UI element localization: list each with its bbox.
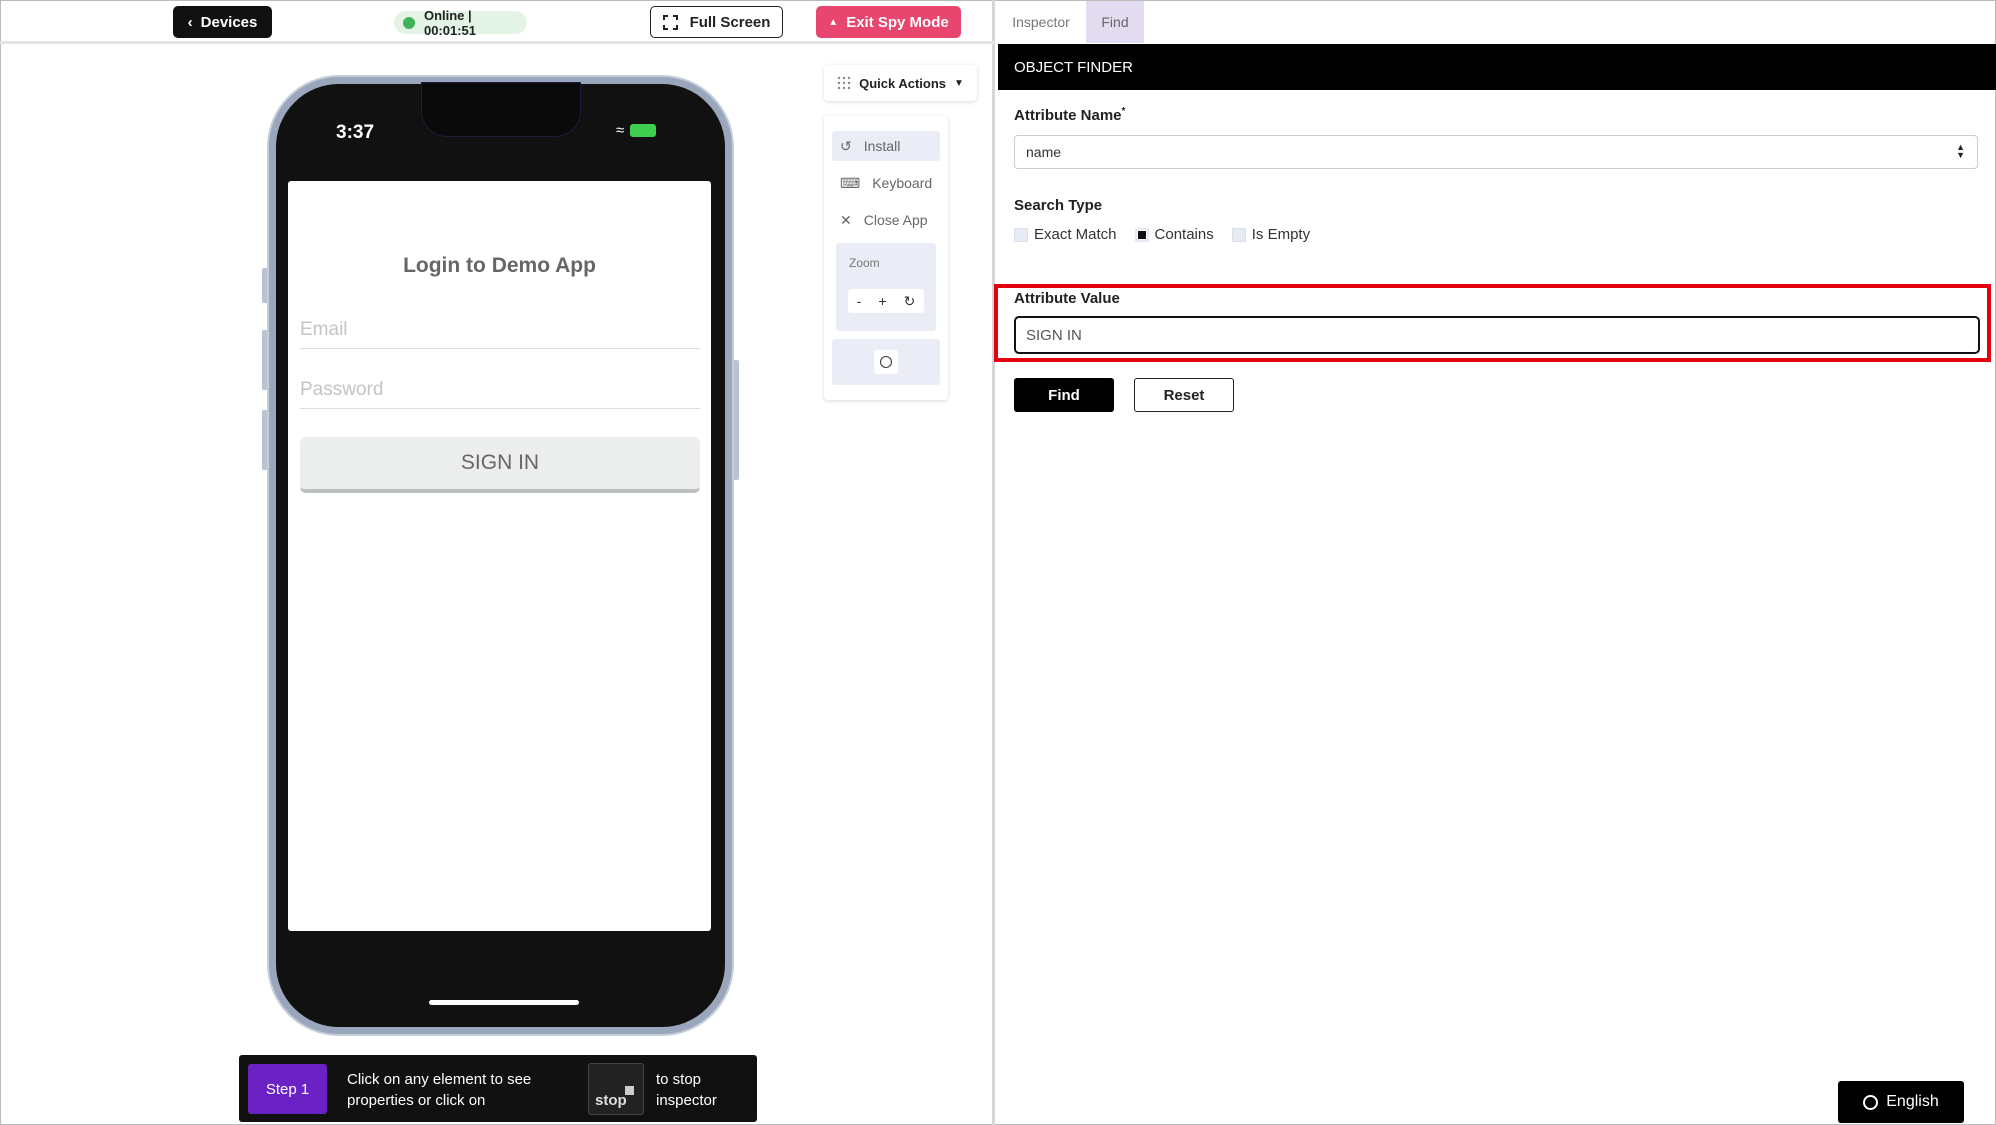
search-type-option-label: Exact Match xyxy=(1034,226,1117,243)
devices-button[interactable]: ‹ Devices xyxy=(173,6,272,38)
top-toolbar: ‹ Devices Online | 00:01:51 Full Screen … xyxy=(0,0,995,44)
find-button[interactable]: Find xyxy=(1014,378,1114,412)
step-instruction-text: Click on any element to see properties o… xyxy=(347,1071,532,1109)
quick-actions-panel: ↺ Install ⌨ Keyboard ✕ Close App Zoom - … xyxy=(824,116,948,400)
search-type-option-label: Is Empty xyxy=(1251,226,1311,243)
zoom-out-button[interactable]: - xyxy=(857,293,862,309)
devices-button-label: Devices xyxy=(200,13,258,31)
expand-icon xyxy=(662,14,678,30)
checkbox-unchecked-icon[interactable] xyxy=(1014,227,1028,242)
status-badge: Online | 00:01:51 xyxy=(394,8,527,38)
phone-side-button xyxy=(733,360,739,480)
app-signin-button[interactable]: SIGN IN xyxy=(300,437,700,493)
tab-inspector[interactable]: Inspector xyxy=(1002,1,1080,43)
quick-action-label: Install xyxy=(863,138,901,154)
home-button-control xyxy=(832,339,940,385)
grid-dots-icon xyxy=(837,76,851,90)
app-screen[interactable]: Login to Demo App Email Password SIGN IN xyxy=(288,181,711,931)
device-clock: 3:37 xyxy=(336,122,375,143)
quick-action-label: Close App xyxy=(863,212,928,228)
zoom-label: Zoom xyxy=(849,256,880,270)
attribute-name-value: name xyxy=(1026,144,1062,160)
exit-spy-mode-label: Exit Spy Mode xyxy=(846,13,949,31)
circle-icon xyxy=(880,356,892,368)
step-instructions-bar: Step 1 Click on any element to see prope… xyxy=(239,1055,757,1122)
search-type-options: Exact Match Contains Is Empty xyxy=(1014,226,1310,243)
quick-action-install[interactable]: ↺ Install xyxy=(832,131,940,161)
home-button[interactable] xyxy=(874,350,898,374)
step-instruction-text-2: to stop inspector xyxy=(656,1071,717,1109)
online-dot-icon xyxy=(403,16,415,29)
search-type-label: Search Type xyxy=(1014,197,1103,214)
fullscreen-button[interactable]: Full Screen xyxy=(650,6,783,38)
search-type-option-label: Contains xyxy=(1154,226,1214,243)
search-type-is-empty[interactable]: Is Empty xyxy=(1231,226,1311,243)
attribute-name-label-text: Attribute Name xyxy=(1014,107,1122,124)
app-login-title[interactable]: Login to Demo App xyxy=(288,254,711,278)
wifi-icon: ≈ xyxy=(616,122,625,139)
exit-spy-mode-button[interactable]: ▲ Exit Spy Mode xyxy=(816,6,961,38)
zoom-in-button[interactable]: + xyxy=(878,293,886,309)
required-marker: * xyxy=(1121,106,1126,117)
eject-icon: ▲ xyxy=(828,16,839,28)
quick-actions-label: Quick Actions xyxy=(859,75,947,91)
select-arrows-icon: ▲ ▼ xyxy=(1956,142,1965,160)
panel-tabs: Inspector Find xyxy=(998,0,1996,43)
quick-actions-button[interactable]: Quick Actions ▼ xyxy=(824,65,977,101)
refresh-icon[interactable]: ↻ xyxy=(904,293,916,310)
search-type-contains[interactable]: Contains xyxy=(1134,226,1214,243)
app-password-field[interactable]: Password xyxy=(300,369,700,409)
battery-icon xyxy=(630,124,657,137)
phone-side-button xyxy=(262,410,268,470)
phone-side-button xyxy=(262,268,268,303)
device-pane: ‹ Devices Online | 00:01:51 Full Screen … xyxy=(0,0,995,1125)
inspector-pane: Inspector Find OBJECT FINDER Attribute N… xyxy=(994,0,1996,1125)
chevron-left-icon: ‹ xyxy=(187,13,193,31)
attribute-value-label: Attribute Value xyxy=(1014,290,1120,307)
checkbox-unchecked-icon[interactable] xyxy=(1231,227,1246,242)
phone-side-button xyxy=(262,330,268,390)
stop-label: stop xyxy=(595,1092,627,1109)
install-icon: ↺ xyxy=(840,137,852,154)
language-selector[interactable]: English xyxy=(1838,1081,1964,1123)
search-type-exact-match[interactable]: Exact Match xyxy=(1014,226,1117,243)
attribute-name-label: Attribute Name* xyxy=(1014,106,1125,124)
attribute-name-select[interactable]: name ▲ ▼ xyxy=(1014,135,1978,169)
app-email-field[interactable]: Email xyxy=(300,309,700,349)
quick-action-close-app[interactable]: ✕ Close App xyxy=(832,205,940,235)
reset-button[interactable]: Reset xyxy=(1134,378,1234,412)
step-badge: Step 1 xyxy=(248,1064,327,1114)
zoom-buttons: - + ↻ xyxy=(848,289,924,313)
globe-icon xyxy=(1863,1094,1879,1110)
status-text: Online | 00:01:51 xyxy=(423,7,477,38)
object-finder-header: OBJECT FINDER xyxy=(998,44,1996,90)
device-screen[interactable]: 3:37 ≈ Login to Demo App Email Password … xyxy=(269,77,732,1034)
phone-notch xyxy=(421,82,581,137)
home-indicator xyxy=(429,1000,579,1005)
quick-action-label: Keyboard xyxy=(872,175,933,191)
zoom-control: Zoom - + ↻ xyxy=(836,243,936,331)
device-status-icons: ≈ xyxy=(616,122,657,139)
tab-find[interactable]: Find xyxy=(1086,1,1144,43)
caret-down-icon: ▼ xyxy=(954,77,964,89)
close-icon: ✕ xyxy=(840,211,852,228)
keyboard-icon: ⌨ xyxy=(840,174,861,191)
fullscreen-label: Full Screen xyxy=(689,13,771,31)
stop-inspector-button[interactable]: stop xyxy=(588,1063,644,1115)
quick-action-keyboard[interactable]: ⌨ Keyboard xyxy=(832,168,940,198)
attribute-value-input[interactable]: SIGN IN xyxy=(1014,316,1980,354)
checkbox-checked-icon[interactable] xyxy=(1134,227,1149,242)
language-label: English xyxy=(1886,1093,1939,1110)
